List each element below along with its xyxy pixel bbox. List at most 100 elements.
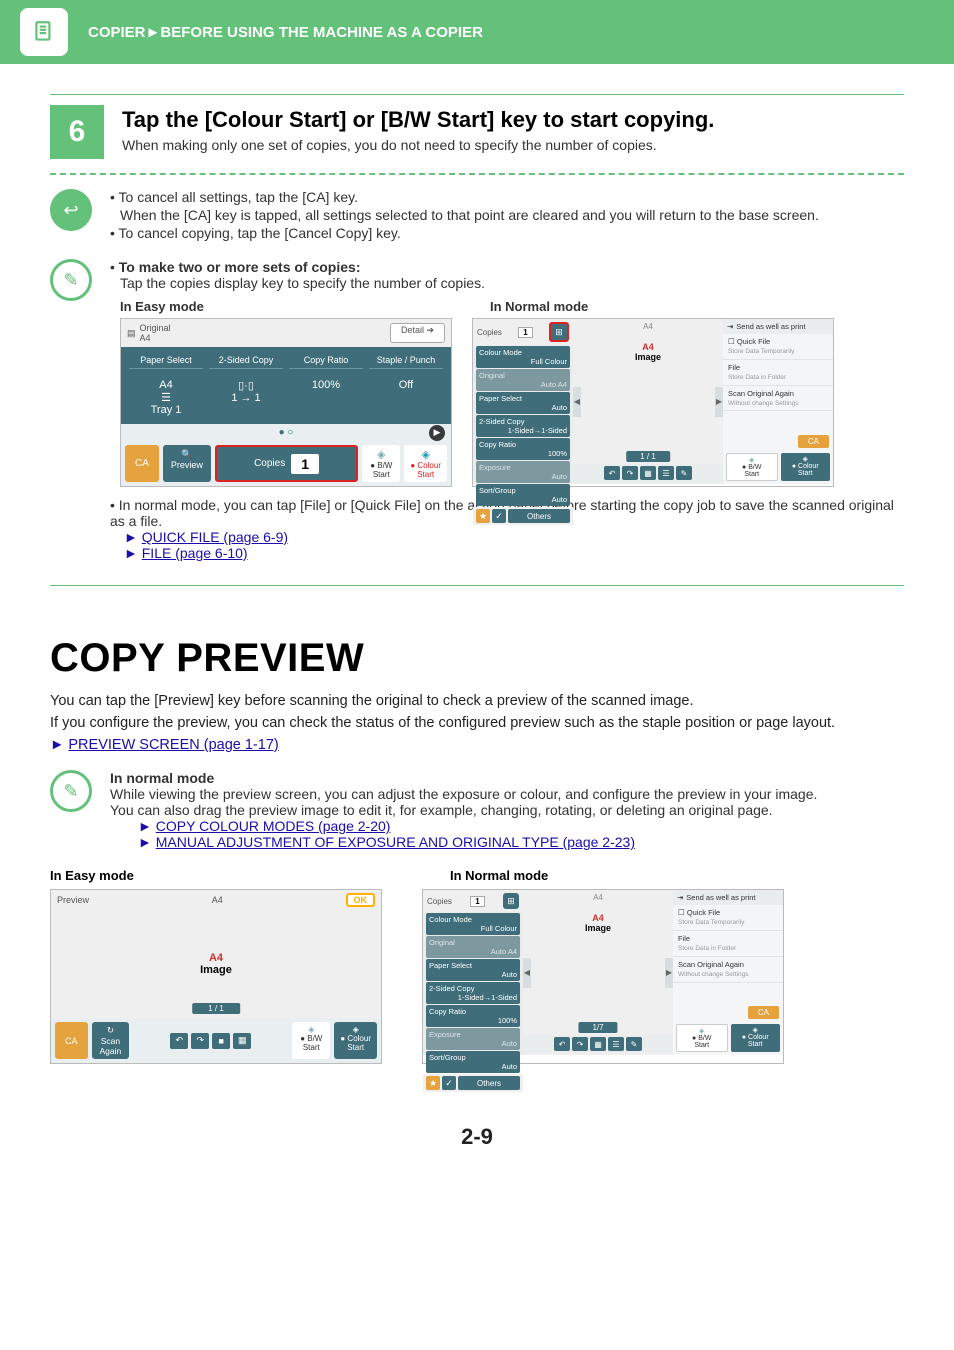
divider: [50, 585, 904, 586]
colour-start-button[interactable]: ◈ ● ColourStart: [731, 1024, 781, 1052]
redo-icon[interactable]: ↷: [622, 466, 638, 480]
diamond-icon: ◈: [421, 449, 429, 461]
copier-section-icon: [20, 8, 68, 56]
quick-file-action[interactable]: ☐ Quick File Store Data Temporarily: [723, 334, 833, 360]
expand-icon[interactable]: ⇥: [677, 893, 683, 902]
manual-exposure-link[interactable]: MANUAL ADJUSTMENT OF EXPOSURE AND ORIGIN…: [156, 834, 635, 850]
others-button[interactable]: Others: [508, 509, 570, 523]
nm-setting-item[interactable]: 2-Sided Copy1-Sided→1-Sided: [476, 415, 570, 437]
list-icon[interactable]: ☰: [658, 466, 674, 480]
nm-setting-item[interactable]: Sort/GroupAuto: [426, 1051, 520, 1073]
breadcrumb-page: BEFORE USING THE MACHINE AS A COPIER: [160, 24, 483, 41]
keypad-button[interactable]: ⊞: [503, 893, 519, 909]
colour-start-button[interactable]: ◈ ● ColourStart: [404, 445, 447, 482]
em-col-staple[interactable]: Staple / Punch: [369, 355, 443, 369]
cancel-bullet-2: To cancel copying, tap the [Cancel Copy]…: [119, 225, 401, 241]
nm-setting-item[interactable]: Copy Ratio100%: [426, 1005, 520, 1027]
copy-preview-heading: COPY PREVIEW: [50, 636, 904, 681]
keypad-button[interactable]: ⊞: [549, 322, 569, 342]
next-page-arrow[interactable]: ▶: [429, 425, 445, 441]
bw-start-button[interactable]: ◈ ● B/WStart: [726, 453, 778, 481]
easy-mode-screenshot: ▤ Original A4 Detail ➔ Paper Select: [120, 318, 452, 487]
nm-setting-item[interactable]: Paper SelectAuto: [426, 959, 520, 981]
ca-button[interactable]: CA: [55, 1022, 88, 1059]
em-original-value: A4: [140, 333, 151, 343]
copies-display[interactable]: Copies 1: [215, 445, 358, 482]
nm-setting-item[interactable]: OriginalAuto A4: [476, 369, 570, 391]
favorite-button[interactable]: ★: [426, 1076, 440, 1090]
preview-note-line1: While viewing the preview screen, you ca…: [110, 786, 817, 802]
nm-setting-item[interactable]: ExposureAuto: [476, 461, 570, 483]
file-link[interactable]: FILE (page 6-10): [142, 545, 248, 561]
edit-icon[interactable]: ✎: [626, 1037, 642, 1051]
preview-normal-screenshot: Copies 1 ⊞ Colour ModeFull ColourOrigina…: [422, 889, 784, 1064]
em-col-2sided[interactable]: 2-Sided Copy: [209, 355, 283, 369]
grid-icon[interactable]: ▦: [640, 466, 656, 480]
preview-button[interactable]: 🔍 Preview: [163, 445, 211, 482]
preview-screen-link[interactable]: PREVIEW SCREEN (page 1-17): [68, 737, 278, 753]
prev-arrow[interactable]: ◀: [523, 958, 531, 988]
em-col-paper[interactable]: Paper Select: [129, 355, 203, 369]
pencil-icon: ✎: [50, 770, 92, 812]
nm-setting-item[interactable]: OriginalAuto A4: [426, 936, 520, 958]
redo-icon[interactable]: ↷: [191, 1033, 209, 1049]
normal-mode-label: In Normal mode: [490, 299, 588, 314]
em-col-ratio[interactable]: Copy Ratio: [289, 355, 363, 369]
list-icon[interactable]: ☰: [608, 1037, 624, 1051]
undo-icon[interactable]: ↶: [554, 1037, 570, 1051]
redo-icon[interactable]: ↷: [572, 1037, 588, 1051]
nm-setting-item[interactable]: Colour ModeFull Colour: [476, 346, 570, 368]
expand-icon[interactable]: ⇥: [727, 322, 733, 331]
multi-copy-note: ✎ • To make two or more sets of copies: …: [50, 259, 904, 561]
colour-start-button[interactable]: ◈ ● ColourStart: [334, 1022, 377, 1059]
header-bar: COPIER ► BEFORE USING THE MACHINE AS A C…: [0, 0, 954, 64]
nm-setting-item[interactable]: Copy Ratio100%: [476, 438, 570, 460]
pager: 1 / 1: [626, 451, 670, 462]
undo-icon[interactable]: ↶: [170, 1033, 188, 1049]
scan-again-action[interactable]: Scan Original Again Without change Setti…: [673, 957, 783, 983]
breadcrumb-section: COPIER: [88, 24, 146, 41]
others-button[interactable]: Others: [458, 1076, 520, 1090]
diamond-icon: ◈: [353, 1025, 359, 1034]
bw-start-button[interactable]: ◈ ● B/WStart: [292, 1022, 330, 1059]
prev-arrow[interactable]: ◀: [573, 387, 581, 417]
check-button[interactable]: ✓: [492, 509, 506, 523]
nm-setting-item[interactable]: Colour ModeFull Colour: [426, 913, 520, 935]
detail-button[interactable]: Detail ➔: [390, 323, 445, 343]
grid-icon[interactable]: ▦: [233, 1033, 251, 1049]
quick-file-action[interactable]: ☐ Quick File Store Data Temporarily: [673, 905, 783, 931]
ca-button[interactable]: CA: [125, 445, 159, 482]
next-arrow[interactable]: ▶: [665, 958, 673, 988]
copy-colour-modes-link[interactable]: COPY COLOUR MODES (page 2-20): [156, 818, 391, 834]
nm-setting-item[interactable]: 2-Sided Copy1-Sided→1-Sided: [426, 982, 520, 1004]
colour-start-button[interactable]: ◈ ● ColourStart: [781, 453, 831, 481]
file-action[interactable]: File Store Data in Folder: [723, 360, 833, 386]
nm-setting-item[interactable]: ExposureAuto: [426, 1028, 520, 1050]
copy-preview-p2: If you configure the preview, you can ch…: [50, 713, 904, 735]
edit-icon[interactable]: ✎: [676, 466, 692, 480]
ok-button[interactable]: OK: [346, 893, 376, 907]
doc-icon: ▤: [127, 328, 136, 339]
page-number: 2-9: [50, 1124, 904, 1150]
file-action[interactable]: File Store Data in Folder: [673, 931, 783, 957]
undo-icon[interactable]: ↶: [604, 466, 620, 480]
favorite-button[interactable]: ★: [476, 509, 490, 523]
nm-setting-item[interactable]: Paper SelectAuto: [476, 392, 570, 414]
ca-button[interactable]: CA: [748, 1006, 779, 1019]
diamond-icon: ◈: [377, 449, 385, 461]
bw-start-button[interactable]: ◈ ● B/WStart: [676, 1024, 728, 1052]
diamond-icon: ◈: [308, 1025, 314, 1034]
quick-file-link[interactable]: QUICK FILE (page 6-9): [142, 529, 288, 545]
reload-icon: ↻: [107, 1025, 114, 1035]
next-arrow[interactable]: ▶: [715, 387, 723, 417]
ca-button[interactable]: CA: [798, 435, 829, 448]
diamond-icon: ◈: [749, 457, 754, 464]
check-button[interactable]: ✓: [442, 1076, 456, 1090]
nm-setting-item[interactable]: Sort/GroupAuto: [476, 484, 570, 506]
bw-start-button[interactable]: ◈ ● B/WStart: [362, 445, 400, 482]
grid-icon[interactable]: ▦: [590, 1037, 606, 1051]
preview-note-line2: You can also drag the preview image to e…: [110, 802, 817, 818]
scan-again-button[interactable]: ↻ Scan Again: [92, 1022, 130, 1059]
scan-again-action[interactable]: Scan Original Again Without change Setti…: [723, 386, 833, 412]
stop-icon[interactable]: ■: [212, 1033, 230, 1049]
